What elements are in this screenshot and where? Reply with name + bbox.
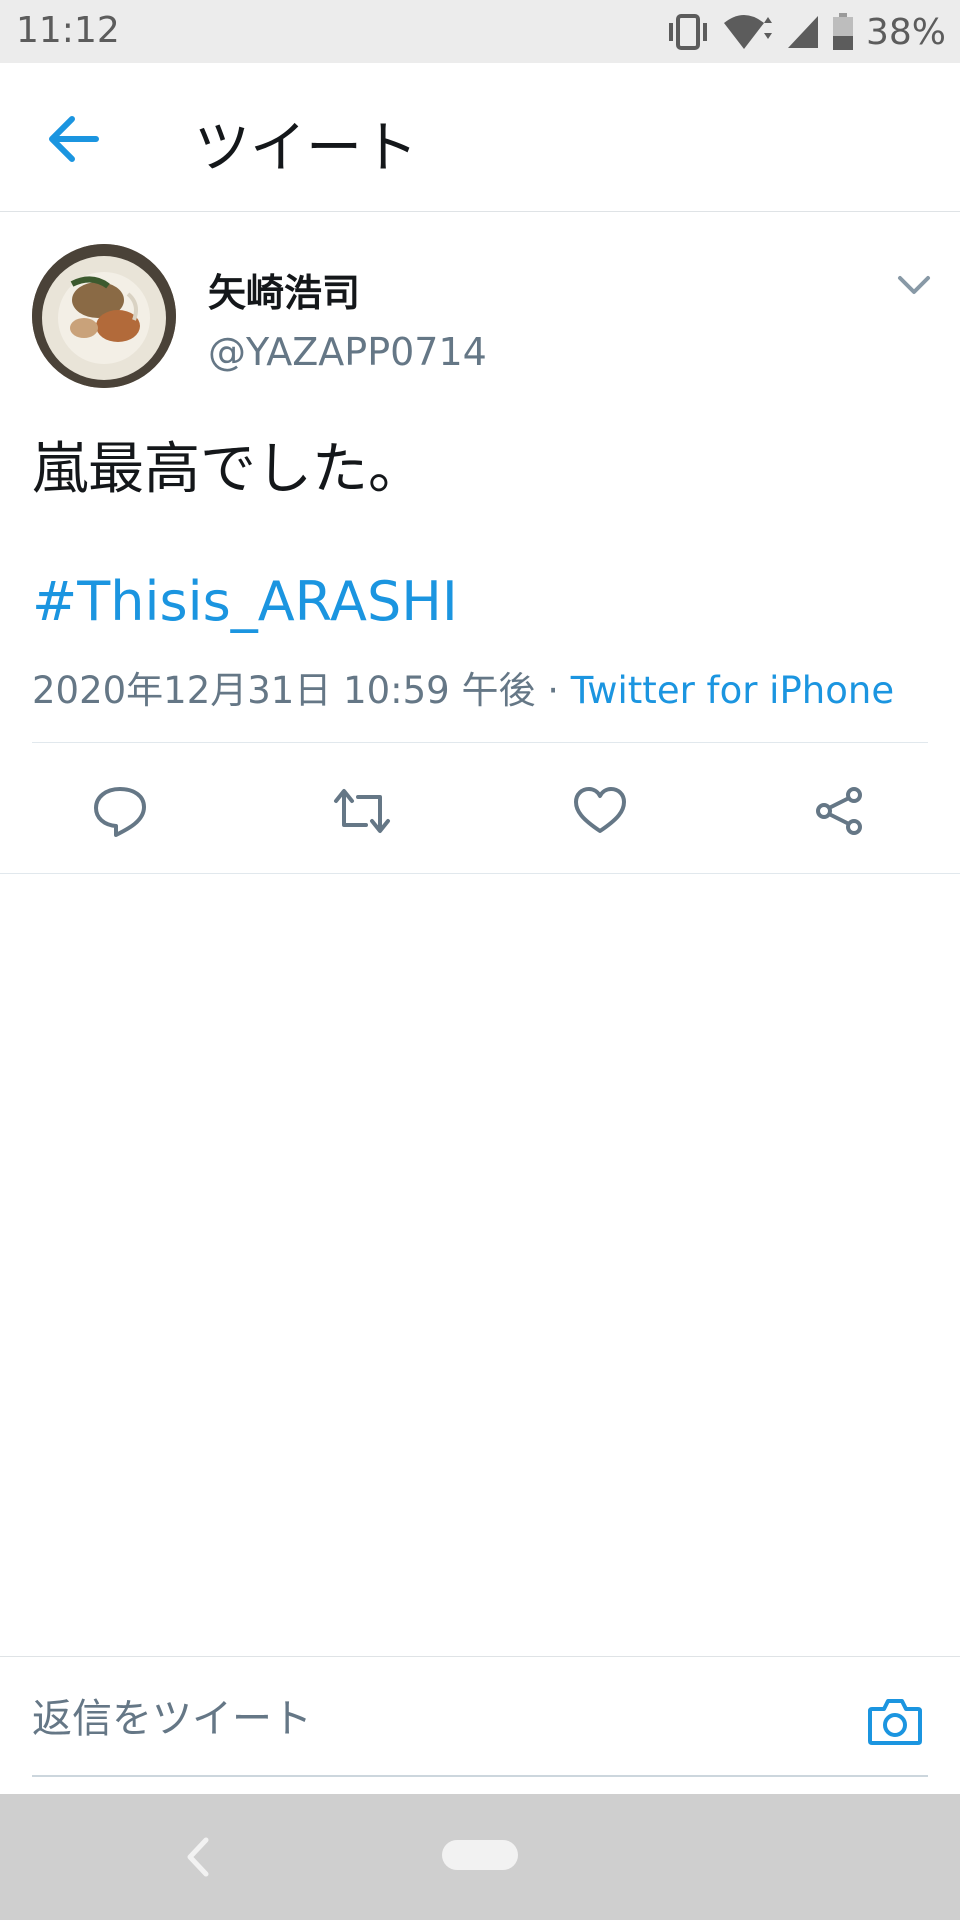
reply-composer [0,1656,960,1791]
battery-percentage: 38% [865,11,946,53]
reply-button[interactable] [92,783,148,839]
system-home-button[interactable] [442,1840,518,1870]
speech-bubble-icon [94,787,146,837]
heart-icon [574,787,626,833]
status-time: 11:12 [16,10,120,51]
tweet-text: 嵐最高でした。 [32,437,424,502]
system-back-button[interactable] [178,1834,218,1880]
divider [0,873,960,874]
tweet-metadata: 2020年12月31日 10:59 午後 · Twitter for iPhon… [32,660,894,714]
meta-separator: · [535,669,571,712]
arrow-left-icon [49,116,99,162]
reply-input-underline [32,1775,928,1777]
reply-input[interactable] [32,1687,832,1751]
avatar-image [32,244,176,388]
retweet-icon [334,789,390,833]
status-bar: 11:12 38% [0,0,960,63]
wifi-icon [723,15,772,49]
back-button[interactable] [44,111,104,167]
tweet-source-link[interactable]: Twitter for iPhone [571,669,894,712]
share-icon [816,787,862,835]
chevron-left-icon [187,1837,209,1877]
retweet-button[interactable] [332,783,390,839]
signal-icon [787,16,818,48]
hashtag-link[interactable]: #Thisis_ARASHI [32,570,458,633]
status-icons: 38% [666,10,946,54]
tweet-menu-button[interactable] [896,274,932,298]
tweet-actions [0,743,960,873]
tweet-timestamp: 2020年12月31日 10:59 午後 [32,669,536,712]
battery-icon [832,13,853,50]
avatar[interactable] [32,244,176,388]
vibrate-icon [668,14,707,50]
page-title: ツイート [194,116,418,181]
share-button[interactable] [812,783,868,839]
camera-button[interactable] [866,1695,924,1747]
app-bar: ツイート [0,63,960,212]
system-navigation-bar [0,1794,960,1920]
display-name[interactable]: 矢崎浩司 [208,262,360,317]
chevron-down-icon [898,276,930,294]
camera-icon [868,1699,922,1745]
user-handle[interactable]: @YAZAPP0714 [208,330,487,374]
like-button[interactable] [572,783,628,839]
